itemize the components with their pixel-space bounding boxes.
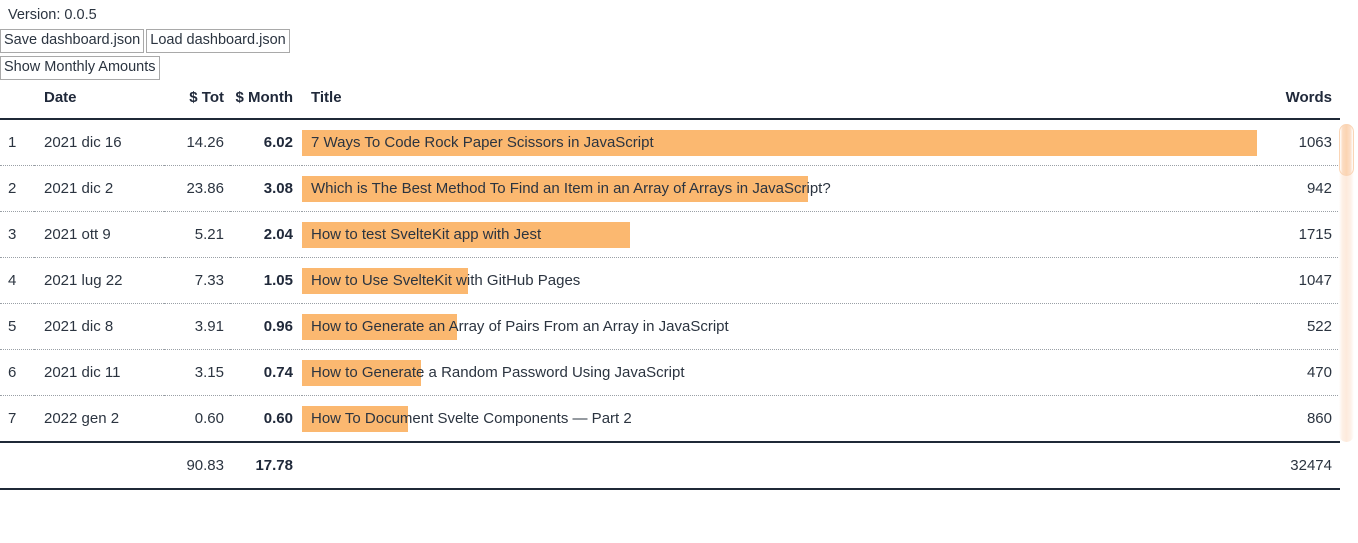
column-header-index[interactable]	[0, 89, 34, 119]
title-bar-container: How To Document Svelte Components — Part…	[302, 396, 1257, 441]
title-bar-container: 7 Ways To Code Rock Paper Scissors in Ja…	[302, 121, 1257, 165]
dashboard-app: Version: 0.0.5 Save dashboard.json Load …	[0, 0, 1358, 543]
row-month: 6.02	[230, 118, 302, 166]
title-bar-container: How to test SvelteKit app with Jest	[302, 213, 1257, 258]
row-total: 0.60	[164, 395, 230, 442]
column-header-title[interactable]: Title	[302, 89, 1257, 119]
column-header-total[interactable]: $ Tot	[164, 89, 230, 119]
row-date: 2021 dic 2	[34, 165, 164, 212]
toolbar-row-secondary: Show Monthly Amounts	[0, 56, 1358, 83]
row-title-cell: How To Document Svelte Components — Part…	[302, 395, 1257, 442]
row-date: 2021 dic 16	[34, 118, 164, 166]
row-words: 1047	[1257, 257, 1340, 304]
row-month: 1.05	[230, 257, 302, 304]
row-index: 2	[0, 165, 34, 212]
table-foot: 90.83 17.78 32474	[0, 441, 1340, 490]
row-date: 2021 dic 11	[34, 349, 164, 396]
table-row[interactable]: 7 2022 gen 2 0.60 0.60 How To Document Svelt…	[0, 395, 1340, 442]
vertical-scrollbar[interactable]	[1339, 124, 1354, 442]
table-body: 1 2021 dic 16 14.26 6.02 7 Ways To Code Rock…	[0, 118, 1340, 442]
row-title-cell: How to Use SvelteKit with GitHub Pages	[302, 257, 1257, 304]
row-title-label: How to Use SvelteKit with GitHub Pages	[311, 272, 581, 289]
row-title-cell: 7 Ways To Code Rock Paper Scissors in Ja…	[302, 118, 1257, 166]
row-date: 2021 ott 9	[34, 211, 164, 258]
title-bar-container: How to Use SvelteKit with GitHub Pages	[302, 259, 1257, 304]
row-total: 3.91	[164, 303, 230, 350]
row-title-label: How to test SvelteKit app with Jest	[311, 226, 542, 243]
row-index: 3	[0, 211, 34, 258]
row-date: 2021 lug 22	[34, 257, 164, 304]
table-row[interactable]: 2 2021 dic 2 23.86 3.08 Which is The Best Me…	[0, 165, 1340, 212]
row-index: 1	[0, 118, 34, 166]
row-date: 2021 dic 8	[34, 303, 164, 350]
row-total: 5.21	[164, 211, 230, 258]
show-monthly-amounts-button[interactable]: Show Monthly Amounts	[0, 56, 160, 80]
column-header-date[interactable]: Date	[34, 89, 164, 119]
table-head: Date $ Tot $ Month Title Words	[0, 89, 1340, 119]
row-title-cell: Which is The Best Method To Find an Item…	[302, 165, 1257, 212]
column-header-words[interactable]: Words	[1257, 89, 1340, 119]
row-month: 0.96	[230, 303, 302, 350]
title-bar-container: How to Generate a Random Password Using …	[302, 351, 1257, 396]
table-row[interactable]: 1 2021 dic 16 14.26 6.02 7 Ways To Code Rock…	[0, 118, 1340, 166]
row-month: 0.74	[230, 349, 302, 396]
row-words: 1063	[1257, 118, 1340, 166]
load-dashboard-button[interactable]: Load dashboard.json	[146, 29, 290, 53]
row-month: 2.04	[230, 211, 302, 258]
totals-date	[34, 441, 164, 490]
row-date: 2022 gen 2	[34, 395, 164, 442]
totals-words: 32474	[1257, 441, 1340, 490]
column-header-month[interactable]: $ Month	[230, 89, 302, 119]
row-title-label: How To Document Svelte Components — Part…	[311, 410, 632, 427]
row-index: 4	[0, 257, 34, 304]
row-title-cell: How to test SvelteKit app with Jest	[302, 211, 1257, 258]
row-words: 942	[1257, 165, 1340, 212]
row-total: 14.26	[164, 118, 230, 166]
table-header-row: Date $ Tot $ Month Title Words	[0, 89, 1340, 119]
dashboard-table-wrap: Date $ Tot $ Month Title Words 1 2021 dic…	[0, 89, 1358, 490]
toolbar: Save dashboard.json Load dashboard.json …	[0, 29, 1358, 83]
row-month: 0.60	[230, 395, 302, 442]
row-words: 1715	[1257, 211, 1340, 258]
row-total: 23.86	[164, 165, 230, 212]
table-totals-row: 90.83 17.78 32474	[0, 441, 1340, 490]
title-bar-container: How to Generate an Array of Pairs From a…	[302, 305, 1257, 350]
table-row[interactable]: 6 2021 dic 11 3.15 0.74 How to Generate a Ra…	[0, 349, 1340, 396]
totals-month: 17.78	[230, 441, 302, 490]
table-row[interactable]: 3 2021 ott 9 5.21 2.04 How to test SvelteKit…	[0, 211, 1340, 258]
toolbar-row-primary: Save dashboard.json Load dashboard.json	[0, 29, 1358, 56]
table-row[interactable]: 5 2021 dic 8 3.91 0.96 How to Generate an Ar…	[0, 303, 1340, 350]
row-title-label: 7 Ways To Code Rock Paper Scissors in Ja…	[311, 134, 654, 151]
dashboard-table: Date $ Tot $ Month Title Words 1 2021 dic…	[0, 89, 1340, 490]
version-label: Version: 0.0.5	[8, 7, 97, 23]
row-total: 7.33	[164, 257, 230, 304]
totals-index	[0, 441, 34, 490]
row-title-label: Which is The Best Method To Find an Item…	[311, 180, 831, 197]
totals-total: 90.83	[164, 441, 230, 490]
row-index: 6	[0, 349, 34, 396]
row-title-label: How to Generate an Array of Pairs From a…	[311, 318, 729, 335]
table-row[interactable]: 4 2021 lug 22 7.33 1.05 How to Use SvelteKit…	[0, 257, 1340, 304]
title-bar-container: Which is The Best Method To Find an Item…	[302, 167, 1257, 212]
row-month: 3.08	[230, 165, 302, 212]
row-words: 470	[1257, 349, 1340, 396]
row-title-cell: How to Generate an Array of Pairs From a…	[302, 303, 1257, 350]
scrollbar-thumb[interactable]	[1339, 124, 1354, 176]
row-words: 860	[1257, 395, 1340, 442]
row-index: 5	[0, 303, 34, 350]
totals-title	[302, 441, 1257, 490]
row-words: 522	[1257, 303, 1340, 350]
row-title-label: How to Generate a Random Password Using …	[311, 364, 685, 381]
save-dashboard-button[interactable]: Save dashboard.json	[0, 29, 145, 53]
row-index: 7	[0, 395, 34, 442]
row-total: 3.15	[164, 349, 230, 396]
row-title-cell: How to Generate a Random Password Using …	[302, 349, 1257, 396]
